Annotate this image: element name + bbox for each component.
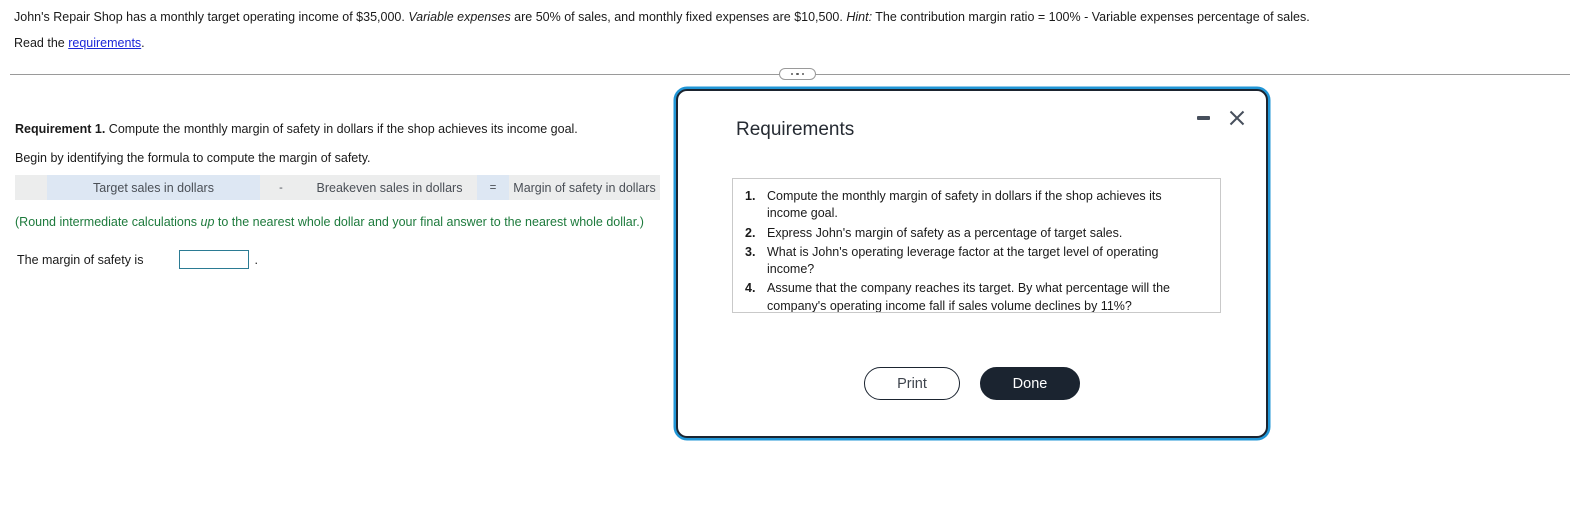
window-buttons (1194, 107, 1248, 129)
ellipsis-handle-icon[interactable] (779, 68, 816, 80)
read-requirements-line: Read the requirements. (14, 36, 145, 50)
requirements-dialog: Requirements 1. Compute the monthly marg… (676, 89, 1268, 438)
dot-1 (790, 72, 794, 76)
rounding-note-text-1: (Round intermediate calculations (15, 215, 201, 229)
formula-operator-minus: - (260, 175, 302, 200)
list-item: 4. Assume that the company reaches its t… (743, 280, 1210, 313)
problem-text-2: are 50% of sales, and monthly fixed expe… (510, 10, 847, 24)
requirements-link[interactable]: requirements (68, 36, 141, 50)
list-item: 1. Compute the monthly margin of safety … (743, 188, 1210, 223)
done-button[interactable]: Done (980, 367, 1080, 400)
rounding-note-emphasis: up (200, 215, 215, 229)
close-icon[interactable] (1226, 107, 1248, 129)
answer-row: The margin of safety is . (17, 250, 258, 269)
list-item-number: 2. (745, 225, 756, 240)
problem-statement: John's Repair Shop has a monthly target … (14, 8, 1414, 26)
problem-text-3: The contribution margin ratio = 100% - V… (872, 10, 1310, 24)
answer-period: . (254, 252, 258, 267)
minimize-icon[interactable] (1194, 108, 1212, 128)
requirements-list: 1. Compute the monthly margin of safety … (732, 178, 1221, 313)
dialog-titlebar[interactable]: Requirements (678, 91, 1266, 153)
problem-emphasis-variable-expenses: Variable expenses (408, 10, 511, 24)
problem-text-1: John's Repair Shop has a monthly target … (14, 10, 409, 24)
answer-label: The margin of safety is (17, 252, 144, 267)
requirement-heading: Requirement 1. Compute the monthly margi… (15, 122, 578, 136)
read-prefix: Read the (14, 36, 69, 50)
margin-of-safety-input[interactable] (179, 250, 250, 269)
list-item-text: Assume that the company reaches its targ… (767, 281, 1170, 313)
rounding-note-text-2: to the nearest whole dollar and your fin… (214, 215, 644, 229)
formula-operator-equals: = (477, 175, 509, 200)
page-root: John's Repair Shop has a monthly target … (0, 0, 1580, 524)
dot-3 (801, 72, 805, 76)
begin-instruction: Begin by identifying the formula to comp… (15, 151, 371, 165)
problem-emphasis-hint: Hint: (846, 10, 873, 24)
formula-lead-cell (15, 175, 47, 200)
list-item-number: 1. (745, 189, 756, 203)
list-item-number: 3. (745, 244, 756, 259)
list-item-text: Express John's margin of safety as a per… (767, 225, 1123, 240)
list-item: 3. What is John's operating leverage fac… (743, 244, 1210, 279)
list-item-text: Compute the monthly margin of safety in … (767, 189, 1162, 221)
dialog-title: Requirements (736, 119, 855, 140)
formula-term-breakeven-sales[interactable]: Breakeven sales in dollars (302, 175, 477, 200)
formula-row: Target sales in dollars - Breakeven sale… (15, 175, 660, 200)
list-item-number: 4. (745, 281, 756, 296)
dot-2 (796, 72, 799, 76)
dialog-actions: Print Done (678, 367, 1266, 400)
read-suffix: . (141, 36, 145, 50)
formula-term-margin-of-safety[interactable]: Margin of safety in dollars (509, 175, 660, 200)
print-button[interactable]: Print (864, 367, 960, 400)
list-item: 2. Express John's margin of safety as a … (743, 225, 1210, 242)
requirement-number-label: Requirement 1. (15, 122, 106, 136)
formula-term-target-sales[interactable]: Target sales in dollars (47, 175, 260, 200)
rounding-note: (Round intermediate calculations up to t… (15, 215, 644, 229)
requirement-question-text: Compute the monthly margin of safety in … (105, 122, 578, 136)
list-item-text: What is John's operating leverage factor… (767, 244, 1159, 276)
